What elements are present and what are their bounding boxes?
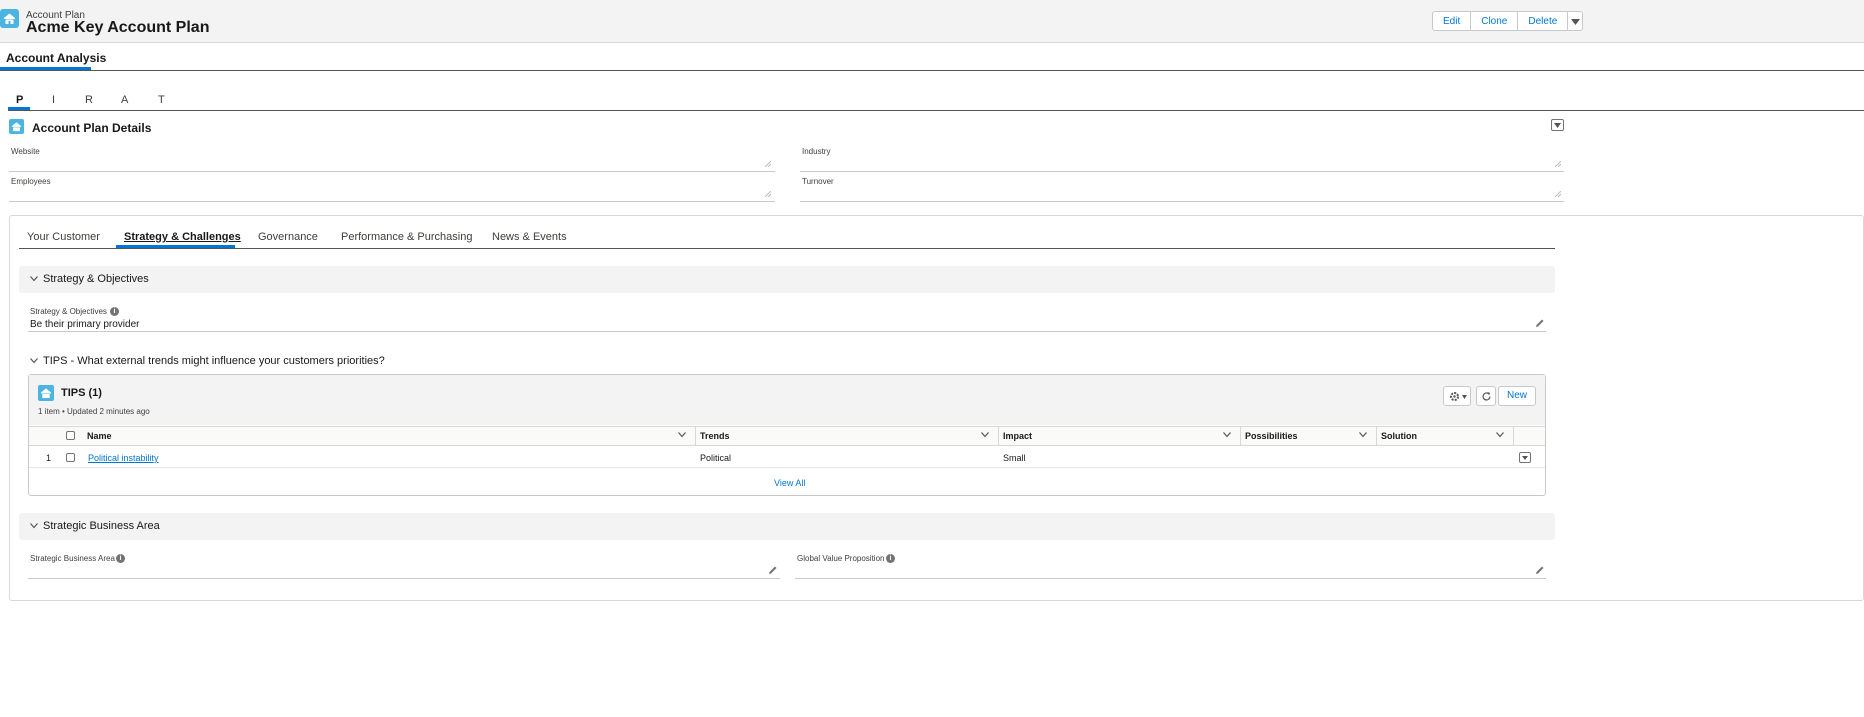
chevron-down-icon: [1571, 19, 1581, 25]
clone-button[interactable]: Clone: [1470, 11, 1519, 31]
info-icon[interactable]: i: [886, 554, 895, 563]
tab-divider: [0, 70, 1864, 71]
field-underline: [28, 331, 1546, 332]
column-header-solution[interactable]: Solution: [1381, 431, 1417, 441]
delete-button[interactable]: Delete: [1517, 11, 1569, 31]
tab-t[interactable]: T: [158, 94, 165, 106]
strategy-label: Strategy & Objectives: [30, 307, 107, 316]
edit-button[interactable]: Edit: [1432, 11, 1472, 31]
pencil-icon[interactable]: [768, 565, 778, 575]
info-icon[interactable]: i: [110, 307, 119, 316]
resize-handle-icon: [1555, 191, 1561, 197]
business-area-label: Strategic Business Area: [30, 554, 115, 563]
view-all-link[interactable]: View All: [774, 478, 805, 488]
turnover-field[interactable]: [800, 180, 1564, 202]
pencil-icon[interactable]: [1535, 565, 1545, 575]
pencil-icon[interactable]: [1535, 318, 1545, 328]
cell-impact: Small: [1003, 453, 1026, 463]
tab-p[interactable]: P: [16, 94, 23, 106]
chevron-down-icon: [1554, 123, 1561, 128]
tab-news-events[interactable]: News & Events: [492, 231, 567, 243]
strategy-section-header[interactable]: Strategy & Objectives: [19, 266, 1555, 293]
list-settings-button[interactable]: [1443, 386, 1471, 406]
tips-object-icon: [38, 385, 54, 401]
chevron-down-icon[interactable]: [1223, 432, 1231, 438]
record-title: Acme Key Account Plan: [26, 19, 210, 36]
new-tips-button[interactable]: New: [1498, 386, 1536, 406]
row-number: 1: [46, 453, 52, 463]
tab-strategy-challenges[interactable]: Strategy & Challenges: [124, 231, 241, 243]
cell-trends: Political: [700, 453, 732, 463]
chevron-down-icon: [1522, 456, 1528, 460]
record-header: [0, 0, 1864, 43]
tab-i[interactable]: I: [52, 94, 55, 106]
field-underline: [9, 201, 775, 202]
business-section-header[interactable]: Strategic Business Area: [19, 513, 1555, 540]
row-checkbox[interactable]: [66, 453, 75, 462]
tab-divider: [8, 110, 1864, 111]
tab-divider: [19, 248, 1555, 249]
value-proposition-label: Global Value Proposition: [797, 554, 885, 563]
tips-list-header: [29, 375, 1545, 425]
column-header-impact[interactable]: Impact: [1003, 431, 1032, 441]
column-divider: [1513, 426, 1514, 446]
select-all-checkbox[interactable]: [66, 431, 75, 440]
tab-your-customer[interactable]: Your Customer: [27, 231, 100, 243]
employees-field[interactable]: [9, 180, 775, 202]
tips-list-title[interactable]: TIPS (1): [61, 387, 102, 399]
tab-a[interactable]: A: [121, 94, 128, 106]
chevron-down-icon[interactable]: [678, 432, 686, 438]
column-divider: [695, 426, 696, 446]
account-plan-icon: [9, 119, 24, 134]
tips-section-title[interactable]: TIPS - What external trends might influe…: [43, 355, 385, 367]
record-actions: Edit Clone Delete: [1432, 11, 1584, 31]
resize-handle-icon: [1555, 161, 1561, 167]
resize-handle-icon: [765, 161, 771, 167]
column-header-trends[interactable]: Trends: [700, 431, 730, 441]
chevron-down-icon: [30, 523, 38, 529]
details-menu-button[interactable]: [1551, 119, 1564, 131]
resize-handle-icon: [765, 191, 771, 197]
section-title: Strategic Business Area: [43, 520, 160, 532]
chevron-down-icon[interactable]: [1496, 432, 1504, 438]
chevron-down-icon: [1462, 395, 1467, 399]
tips-list-meta: 1 item • Updated 2 minutes ago: [38, 407, 150, 416]
field-underline: [28, 578, 780, 579]
tab-performance-purchasing[interactable]: Performance & Purchasing: [341, 231, 472, 243]
refresh-button[interactable]: [1476, 386, 1496, 406]
row-divider: [29, 467, 1545, 468]
chevron-down-icon: [30, 276, 38, 282]
gear-icon: [1450, 392, 1459, 401]
column-header-possibilities[interactable]: Possibilities: [1245, 431, 1298, 441]
website-field[interactable]: [9, 150, 775, 172]
chevron-down-icon[interactable]: [981, 432, 989, 438]
column-divider: [1240, 426, 1241, 446]
account-plan-icon: [0, 9, 19, 28]
more-actions-button[interactable]: [1567, 11, 1584, 31]
column-header-name[interactable]: Name: [87, 431, 112, 441]
tab-r[interactable]: R: [85, 94, 93, 106]
table-header-row: [29, 426, 1545, 446]
tab-account-analysis[interactable]: Account Analysis: [6, 51, 106, 65]
column-divider: [1376, 426, 1377, 446]
industry-field[interactable]: [800, 150, 1564, 172]
field-underline: [9, 171, 775, 172]
field-underline: [795, 578, 1546, 579]
details-title: Account Plan Details: [32, 121, 152, 135]
tab-governance[interactable]: Governance: [258, 231, 318, 243]
column-divider: [998, 426, 999, 446]
chevron-down-icon[interactable]: [30, 358, 38, 364]
refresh-icon: [1482, 392, 1491, 401]
field-underline: [800, 201, 1564, 202]
chevron-down-icon[interactable]: [1359, 432, 1367, 438]
strategy-value: Be their primary provider: [30, 319, 140, 330]
info-icon[interactable]: i: [116, 554, 125, 563]
section-title: Strategy & Objectives: [43, 273, 149, 285]
field-underline: [800, 171, 1564, 172]
row-actions-button[interactable]: [1519, 452, 1531, 463]
tips-record-link[interactable]: Political instability: [88, 453, 159, 463]
